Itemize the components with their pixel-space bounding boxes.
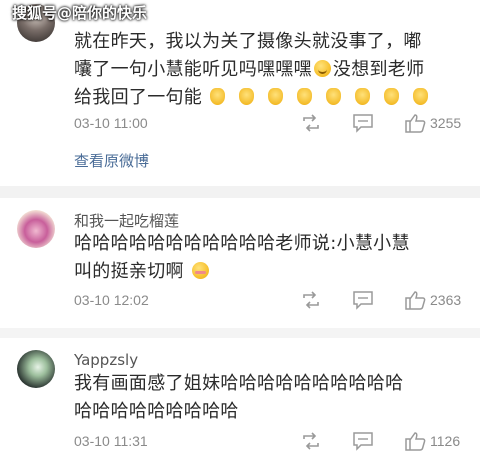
comment-meta: 03-10 11:00 3255 [74, 113, 466, 135]
like-button[interactable] [404, 431, 426, 451]
repost-icon [303, 291, 319, 309]
like-count: 3255 [430, 115, 462, 131]
divider [0, 186, 480, 198]
avatar[interactable] [17, 350, 55, 388]
clap-emoji [326, 88, 342, 105]
comment-item-3: Yappzsly 我有画面感了姐妹哈哈哈哈哈哈哈哈哈哈 哈哈哈哈哈哈哈哈哈 03… [0, 338, 480, 468]
like-button[interactable] [404, 290, 426, 310]
comment-button[interactable] [352, 431, 374, 451]
clap-emoji [297, 88, 313, 105]
clap-emoji [239, 88, 255, 105]
thumbs-up-icon [405, 432, 426, 451]
repost-icon [303, 114, 319, 132]
comment-meta: 03-10 12:02 2363 [74, 290, 466, 312]
comment-time: 03-10 11:31 [74, 433, 148, 449]
comment-time: 03-10 12:02 [74, 292, 149, 308]
blush-emoji [191, 262, 209, 279]
clap-emoji [384, 88, 400, 105]
comment-icon [353, 432, 373, 451]
comment-text-line-1: 我有画面感了姐妹哈哈哈哈哈哈哈哈哈哈 [74, 373, 404, 394]
comment-text-line-2: 囔了一句小慧能听见吗嘿嘿嘿 [74, 59, 312, 80]
comment-time: 03-10 11:00 [74, 115, 148, 131]
repost-icon [303, 432, 319, 450]
comment-text-line-2: 哈哈哈哈哈哈哈哈哈 [74, 401, 239, 422]
comment-icon [353, 291, 373, 310]
comment-meta: 03-10 11:31 1126 [74, 431, 466, 453]
comment-text-line-2: 叫的挺亲切啊 [74, 261, 184, 282]
comment-icon [353, 114, 373, 133]
comment-item-2: 和我一起吃榴莲 哈哈哈哈哈哈哈哈哈哈哈老师说:小慧小慧 叫的挺亲切啊 03-10… [0, 198, 480, 328]
repost-button[interactable] [300, 431, 322, 451]
clap-emoji [413, 88, 429, 105]
like-count: 2363 [430, 292, 462, 308]
smile-emoji [313, 60, 331, 77]
watermark-text: 搜狐号@陪你的快乐 [12, 4, 148, 22]
comment-button[interactable] [352, 113, 374, 133]
comment-username[interactable]: 和我一起吃榴莲 [74, 210, 179, 231]
comment-text: 我有画面感了姐妹哈哈哈哈哈哈哈哈哈哈 哈哈哈哈哈哈哈哈哈 [74, 370, 466, 426]
like-count: 1126 [430, 433, 461, 449]
view-original-link[interactable]: 查看原微博 [74, 150, 149, 171]
clap-emoji [355, 88, 371, 105]
comment-text-line-2b: 没想到老师 [332, 59, 425, 80]
clap-emoji [268, 88, 284, 105]
repost-button[interactable] [300, 290, 322, 310]
divider [0, 328, 480, 338]
thumbs-up-icon [405, 291, 426, 310]
repost-button[interactable] [300, 113, 322, 133]
comment-text: 哈哈哈哈哈哈哈哈哈哈哈老师说:小慧小慧 叫的挺亲切啊 [74, 230, 466, 286]
comment-text: 就在昨天，我以为关了摄像头就没事了，嘟 囔了一句小慧能听见吗嘿嘿嘿 没想到老师 给… [74, 28, 466, 112]
thumbs-up-icon [405, 114, 426, 133]
comment-username[interactable]: Yappzsly [74, 351, 138, 369]
comment-button[interactable] [352, 290, 374, 310]
like-button[interactable] [404, 113, 426, 133]
comment-item-1: 搜狐号@陪你的快乐 就在昨天，我以为关了摄像头就没事了，嘟 囔了一句小慧能听见吗… [0, 0, 480, 190]
clap-emoji [210, 88, 226, 105]
comment-text-line-1: 就在昨天，我以为关了摄像头就没事了，嘟 [74, 31, 422, 52]
comment-text-line-3: 给我回了一句能 [74, 87, 203, 108]
avatar[interactable] [17, 210, 55, 248]
comment-text-line-1: 哈哈哈哈哈哈哈哈哈哈哈老师说:小慧小慧 [74, 233, 410, 254]
